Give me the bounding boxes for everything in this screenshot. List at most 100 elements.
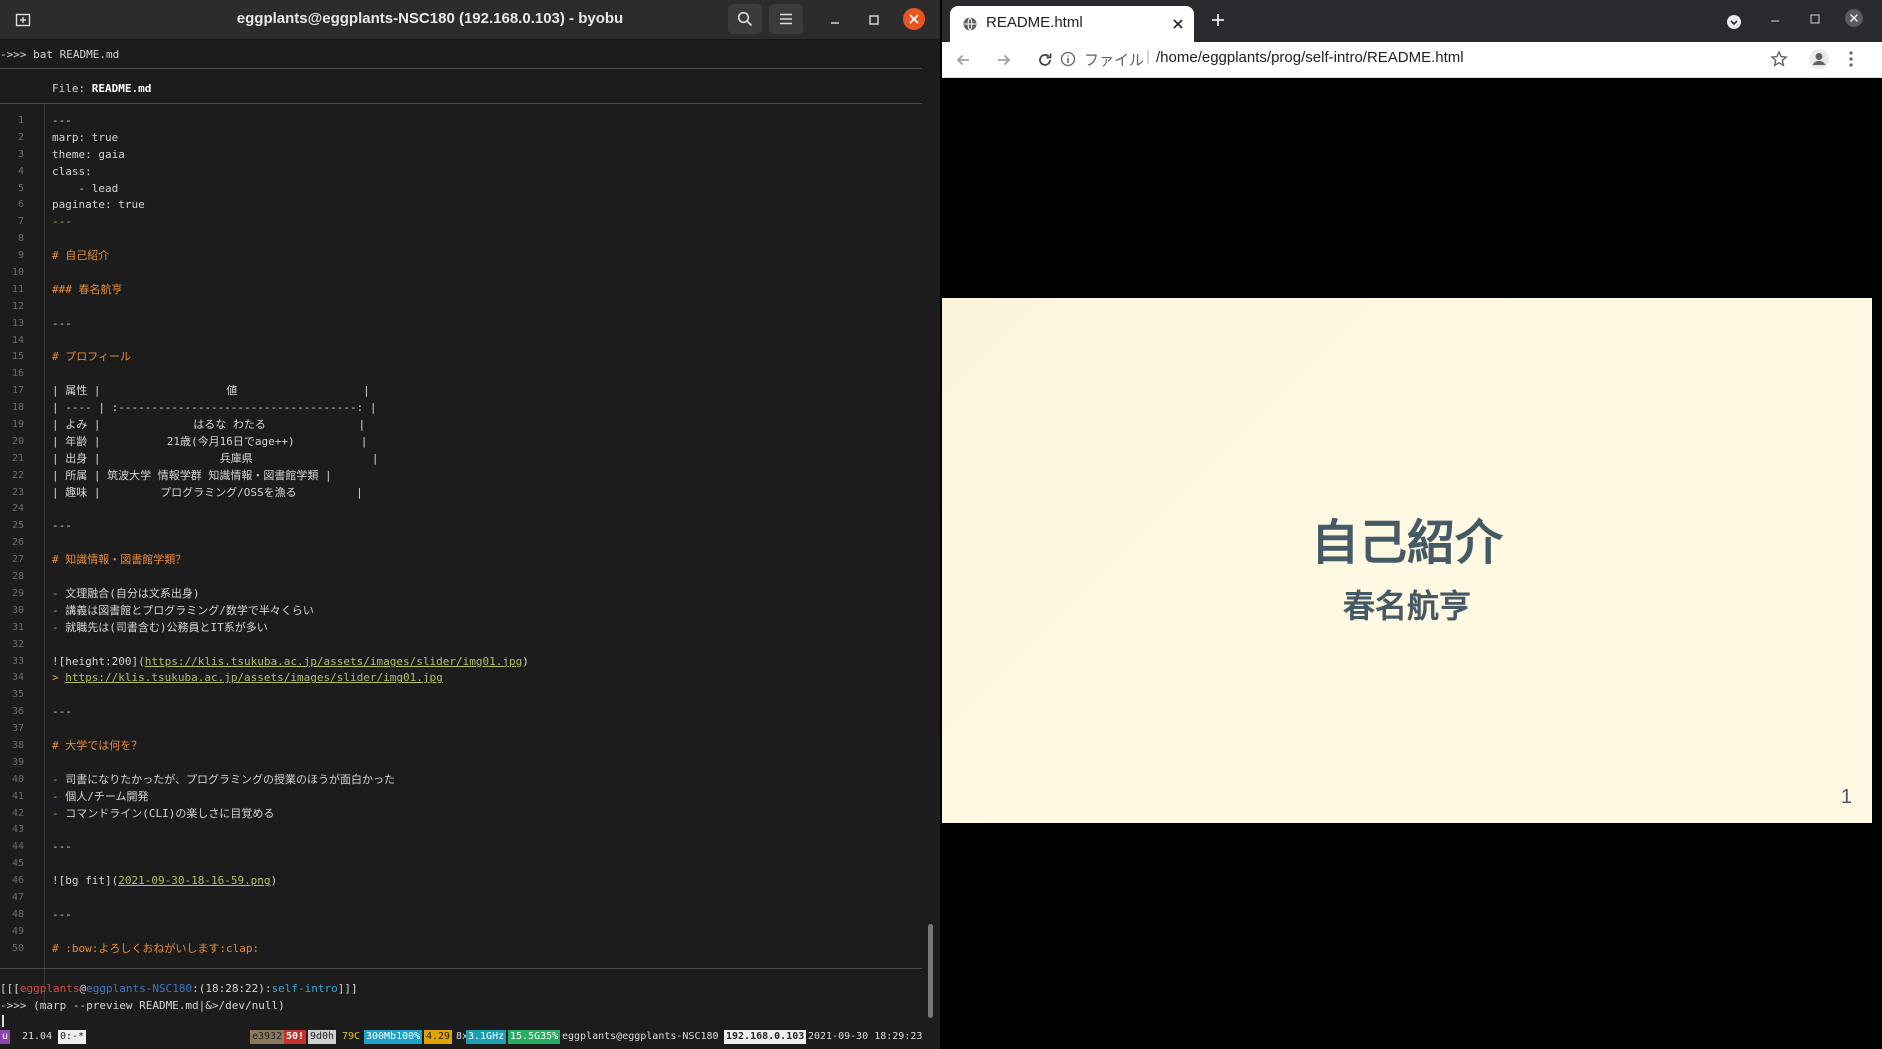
- line-number: 21: [11, 452, 24, 464]
- line-number: 3: [17, 148, 24, 160]
- shell-prompt: [[[eggplants@eggplants-NSC180:(18:28:22)…: [0, 980, 358, 997]
- slide-page-number: 1: [1840, 786, 1852, 808]
- file-label: File:: [52, 82, 92, 95]
- status-network: 300Mb100%: [364, 1030, 423, 1044]
- code-line: 5 - lead: [0, 180, 922, 197]
- line-text: theme: gaia: [52, 147, 125, 161]
- info-icon[interactable]: [1060, 51, 1076, 67]
- slide-title: 自己紹介: [1310, 515, 1503, 571]
- line-number: 36: [11, 706, 24, 718]
- search-icon[interactable]: [728, 4, 762, 34]
- profile-avatar-icon[interactable]: [1808, 48, 1830, 70]
- globe-icon: [963, 17, 977, 31]
- line-text: class:: [52, 164, 92, 178]
- line-number: 2: [17, 131, 24, 143]
- line-text: - lead: [52, 181, 119, 195]
- status-freq: 3.1GHz: [466, 1030, 507, 1044]
- line-number: 26: [11, 537, 24, 549]
- line-number: 15: [11, 351, 24, 363]
- line-text: - 文理融合(自分は文系出身): [52, 586, 200, 600]
- line-text: | 年齢 | 21歳(今月16日でage++) |: [52, 434, 368, 448]
- maximize-icon[interactable]: [1808, 12, 1822, 26]
- bookmark-star-icon[interactable]: [1770, 50, 1788, 68]
- line-text: # :bow:よろしくおねがいします:clap:: [52, 941, 260, 955]
- line-number: 12: [11, 300, 24, 312]
- line-number: 32: [11, 638, 24, 650]
- close-tab-icon[interactable]: [1172, 18, 1184, 30]
- minimize-icon[interactable]: [1768, 12, 1782, 26]
- file-name: README.md: [91, 82, 152, 95]
- more-menu-icon[interactable]: [1846, 50, 1856, 68]
- line-text: paginate: true: [52, 198, 145, 212]
- terminal-titlebar: eggplants@eggplants-NSC180 (192.168.0.10…: [0, 0, 940, 40]
- line-text: # 大学では何を？: [52, 738, 143, 752]
- line-text: ---: [52, 705, 72, 719]
- byobu-status-bar: u 21.04 0:-* e3932 50! 9d0h 79C 300Mb100…: [0, 1030, 940, 1044]
- code-line: 43: [0, 821, 922, 838]
- browser-scrollbar[interactable]: [1872, 78, 1882, 1049]
- browser-window: README.html ファイル | /home/eggplants/prog/…: [942, 0, 1882, 1049]
- address-bar[interactable]: /home/eggplants/prog/self-intro/README.h…: [1156, 49, 1464, 66]
- status-window[interactable]: 0:-*: [58, 1030, 87, 1044]
- tab-readme[interactable]: README.html: [950, 6, 1194, 42]
- code-line: 34 > https://klis.tsukuba.ac.jp/assets/im…: [0, 669, 922, 686]
- code-listing: 1 --- 2 marp: true 3 theme: gaia 4 class: 5 - le…: [0, 112, 922, 957]
- line-text: # プロフィール: [52, 350, 132, 364]
- line-number: 41: [11, 790, 24, 802]
- line-number: 35: [11, 689, 24, 701]
- line-number: 17: [11, 385, 24, 397]
- status-temp: 79C: [342, 1031, 361, 1042]
- code-line: 1 ---: [0, 112, 922, 129]
- code-line: 6 paginate: true: [0, 196, 922, 213]
- file-header: File: README.md: [52, 80, 151, 97]
- divider: [0, 968, 922, 969]
- status-userhost: eggplants@eggplants-NSC180: [562, 1031, 719, 1042]
- line-number: 30: [11, 604, 24, 616]
- back-icon[interactable]: [954, 51, 972, 69]
- new-tab-icon[interactable]: [1208, 10, 1228, 30]
- prompt-open: [[[: [0, 982, 20, 995]
- forward-icon[interactable]: [995, 51, 1013, 69]
- close-icon[interactable]: [903, 8, 925, 30]
- line-text: - 講義は図書館とプログラミング/数学で半々くらい: [52, 603, 314, 617]
- divider: [0, 68, 922, 69]
- marp-command: ->>> (marp --preview README.md|&>/dev/nu…: [0, 999, 285, 1012]
- code-line: 4 class:: [0, 163, 922, 180]
- code-line: 2 marp: true: [0, 129, 922, 146]
- line-text: ![height:200](https://klis.tsukuba.ac.jp…: [52, 654, 529, 668]
- line-text: > https://klis.tsukuba.ac.jp/assets/imag…: [52, 671, 443, 685]
- reload-icon[interactable]: [1036, 51, 1054, 69]
- code-line: 47: [0, 889, 922, 906]
- code-line: 29 - 文理融合(自分は文系出身): [0, 585, 922, 602]
- code-line: 42 - コマンドライン(CLI)の楽しさに目覚める: [0, 805, 922, 822]
- line-number: 39: [11, 756, 24, 768]
- line-text: | 所属 | 筑波大学 情報学群 知識情報・図書館学類 |: [52, 468, 332, 482]
- terminal-scrollbar[interactable]: [928, 924, 933, 1018]
- line-number: 45: [11, 858, 24, 870]
- menu-icon[interactable]: [769, 4, 803, 34]
- line-text: ---: [52, 907, 72, 921]
- tab-search-icon[interactable]: [1726, 14, 1742, 30]
- code-line: 24: [0, 500, 922, 517]
- line-number: 22: [11, 469, 24, 481]
- line-text: - 就職先は(司書含む)公務員とIT系が多い: [52, 620, 268, 634]
- line-number: 34: [11, 672, 24, 684]
- code-line: 31 - 就職先は(司書含む)公務員とIT系が多い: [0, 619, 922, 636]
- line-number: 47: [11, 891, 24, 903]
- close-icon[interactable]: [1844, 8, 1864, 28]
- code-line: 50 # :bow:よろしくおねがいします:clap:: [0, 940, 922, 957]
- status-updates: 50!: [284, 1030, 307, 1044]
- line-text: ---: [52, 519, 72, 533]
- code-line: 13 ---: [0, 315, 922, 332]
- minimize-icon[interactable]: [825, 10, 845, 30]
- code-line: 8: [0, 230, 922, 247]
- status-datetime: 2021-09-30 18:29:23: [808, 1031, 923, 1042]
- tab-strip: README.html: [942, 0, 1882, 42]
- line-number: 40: [11, 773, 24, 785]
- line-number: 46: [11, 875, 24, 887]
- line-text: - コマンドライン(CLI)の楽しさに目覚める: [52, 806, 275, 820]
- new-tab-icon[interactable]: [6, 4, 40, 34]
- code-line: 49: [0, 923, 922, 940]
- terminal-body[interactable]: ->>> bat README.md File: README.md 1 --- 2…: [0, 40, 940, 1049]
- maximize-icon[interactable]: [864, 10, 884, 30]
